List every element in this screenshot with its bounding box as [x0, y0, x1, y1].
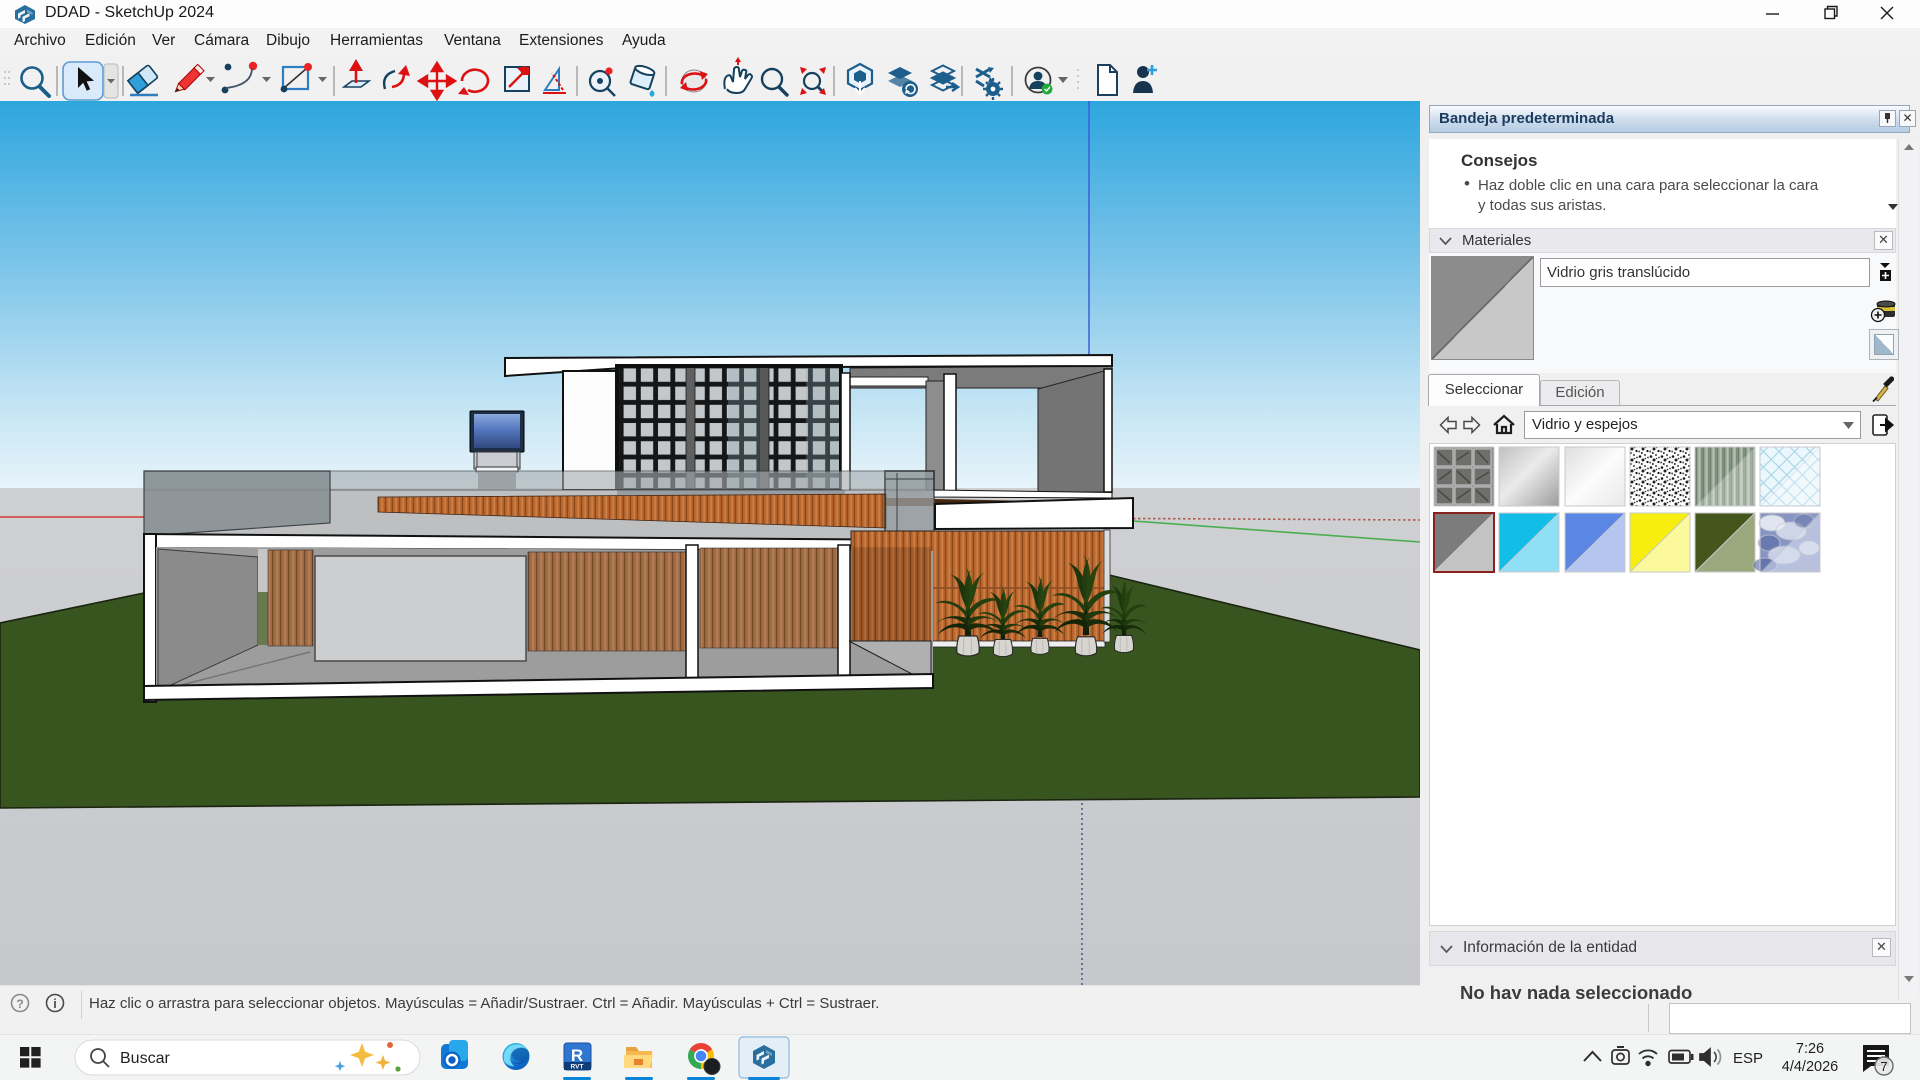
svg-text:7: 7 [1880, 1059, 1887, 1074]
svg-text:ESP: ESP [1733, 1050, 1763, 1067]
svg-text:7:26: 7:26 [1796, 1041, 1824, 1057]
svg-text:Buscar: Buscar [120, 1050, 170, 1067]
svg-text:?: ? [16, 997, 23, 1011]
svg-text:i: i [53, 997, 56, 1011]
svg-text:RVT: RVT [571, 1064, 584, 1071]
svg-text:4/4/2026: 4/4/2026 [1782, 1059, 1838, 1075]
